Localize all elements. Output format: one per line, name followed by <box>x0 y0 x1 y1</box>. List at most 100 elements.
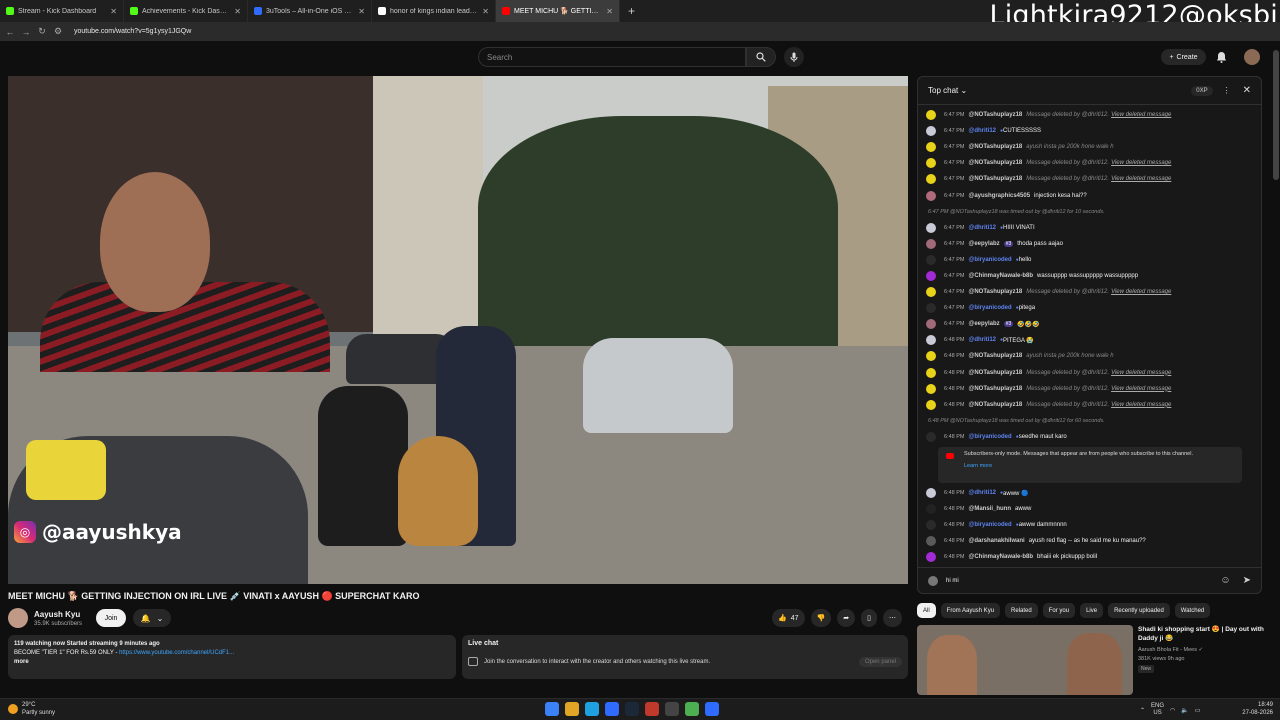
view-deleted-link[interactable]: View deleted message <box>1111 402 1171 408</box>
chat-author[interactable]: @eepylabz <box>968 321 999 327</box>
chat-author[interactable]: @biryanicoded <box>968 522 1011 528</box>
browser-tab[interactable]: 3uTools – All-in-One iOS Device ✕ <box>248 0 372 22</box>
view-deleted-link[interactable]: View deleted message <box>1111 386 1171 392</box>
open-panel-button[interactable]: Open panel <box>858 657 902 667</box>
chat-message[interactable]: 6:48 PM @NOTashuplayz18 Message deleted by… <box>926 381 1258 397</box>
weather-widget[interactable]: 29°C Partly sunny <box>8 701 55 717</box>
filter-chip[interactable]: From Aayush Kyu <box>940 603 1001 618</box>
chat-message[interactable]: 6:48 PM @dhriti12 ● PITEGA 😭 <box>926 332 1258 348</box>
edge-icon[interactable] <box>585 702 599 716</box>
chat-message[interactable]: 6:47 PM @ayushgraphics4505 injection kesa … <box>926 187 1258 203</box>
send-icon[interactable]: ➤ <box>1243 575 1251 586</box>
chat-message[interactable]: 6:47 PM @NOTashuplayz18 Message deleted by… <box>926 284 1258 300</box>
chat-message[interactable]: 6:47 PM @NOTashuplayz18 Message deleted by… <box>926 155 1258 171</box>
video-player[interactable]: ◎ @aayushkya <box>8 76 908 584</box>
chat-message[interactable]: 6:48 PM @biryanicoded ● seedhe maut karo <box>926 429 1258 445</box>
learn-more-link[interactable]: Learn more <box>964 463 1216 469</box>
close-icon[interactable]: ✕ <box>234 7 241 16</box>
chat-message[interactable]: 6:47 PM @NOTashuplayz18 Message deleted by… <box>926 171 1258 187</box>
language-indicator[interactable]: ENG US <box>1151 703 1164 717</box>
close-icon[interactable]: ✕ <box>110 7 117 16</box>
chat-author[interactable]: @dhriti12 <box>968 337 996 343</box>
chat-message[interactable]: 6:47 PM @eepylabz #3 🤣🤣🤣 <box>926 316 1258 332</box>
browser-tab[interactable]: Stream - Kick Dashboard ✕ <box>0 0 124 22</box>
emoji-icon[interactable]: ☺ <box>1220 575 1230 586</box>
chat-author[interactable]: @Mansii_hunn <box>968 506 1011 512</box>
start-icon[interactable] <box>545 702 559 716</box>
chat-author[interactable]: @dhriti12 <box>968 490 996 496</box>
chat-message[interactable]: 6:48 PM @dhriti12 ● awww 🔵 <box>926 485 1258 501</box>
reload-icon[interactable]: ↻ <box>36 26 48 37</box>
chat-message[interactable]: 6:47 PM @eepylabz #3 thoda pass aajao <box>926 236 1258 252</box>
chat-message[interactable]: 6:47 PM @dhriti12 ● CUTIESSSSS <box>926 123 1258 139</box>
chat-author[interactable]: @NOTashuplayz18 <box>968 144 1022 150</box>
chat-author[interactable]: @NOTashuplayz18 <box>968 176 1022 182</box>
chrome-icon[interactable] <box>685 702 699 716</box>
description-box[interactable]: 119 watching now Started streaming 9 min… <box>8 635 456 679</box>
chat-message[interactable]: 6:47 PM @biryanicoded ● hello <box>926 252 1258 268</box>
chat-author[interactable]: @biryanicoded <box>968 257 1011 263</box>
account-avatar[interactable] <box>1244 49 1260 65</box>
forward-icon[interactable]: → <box>20 27 32 37</box>
file-explorer-icon[interactable] <box>565 702 579 716</box>
chat-author[interactable]: @dhriti12 <box>968 128 996 134</box>
like-button[interactable]: 👍 47 <box>772 609 805 627</box>
chat-message[interactable]: 6:47 PM @dhriti12 ● HIIII VINATI <box>926 220 1258 236</box>
page-scrollbar[interactable] <box>1272 42 1280 698</box>
view-deleted-link[interactable]: View deleted message <box>1111 176 1171 182</box>
chat-message[interactable]: 6:48 PM @NOTashuplayz18 ayush insta pe 200… <box>926 348 1258 364</box>
chat-author[interactable]: @NOTashuplayz18 <box>968 370 1022 376</box>
chat-message[interactable]: 6:48 PM @NOTashuplayz18 Message deleted by… <box>926 365 1258 381</box>
chat-input[interactable]: hi mi <box>946 578 1220 584</box>
filter-chip[interactable]: For you <box>1042 603 1076 618</box>
channel-name[interactable]: Aayush Kyu <box>34 610 80 619</box>
chat-author[interactable]: @NOTashuplayz18 <box>968 386 1022 392</box>
more-button[interactable]: ⋯ <box>882 609 902 627</box>
view-deleted-link[interactable]: View deleted message <box>1111 370 1171 376</box>
chat-message[interactable]: 6:48 PM @ChinmayNawale-b8b bhaiii ek picku… <box>926 549 1258 565</box>
chat-message[interactable]: 6:48 PM @NOTashuplayz18 Message deleted by… <box>926 397 1258 413</box>
chat-author[interactable]: @ChinmayNawale-b8b <box>968 273 1033 279</box>
share-button[interactable]: ➦ <box>837 609 856 627</box>
join-button[interactable]: Join <box>96 609 126 627</box>
close-icon[interactable]: ✕ <box>482 7 489 16</box>
voice-search-button[interactable] <box>784 47 804 67</box>
xp-badge[interactable]: 0XP <box>1191 85 1213 96</box>
filter-chip[interactable]: Related <box>1005 603 1038 618</box>
filter-chip[interactable]: Live <box>1080 603 1104 618</box>
browser-tab[interactable]: honor of kings indian leaderbo ✕ <box>372 0 496 22</box>
obs-icon[interactable] <box>665 702 679 716</box>
filter-chip[interactable]: Watched <box>1174 603 1211 618</box>
browser-tab[interactable]: Achievements - Kick Dashboard ✕ <box>124 0 248 22</box>
dislike-button[interactable]: 👎 <box>810 609 832 627</box>
new-tab-icon[interactable]: + <box>620 4 643 18</box>
view-deleted-link[interactable]: View deleted message <box>1111 160 1171 166</box>
wifi-icon[interactable]: ◠ <box>1170 707 1175 714</box>
chat-author[interactable]: @biryanicoded <box>968 305 1011 311</box>
back-icon[interactable]: ← <box>4 27 16 37</box>
battery-icon[interactable]: ▭ <box>1195 707 1201 714</box>
url-text[interactable]: youtube.com/watch?v=5g1ysy1JGQw <box>74 28 191 35</box>
chat-author[interactable]: @biryanicoded <box>968 434 1011 440</box>
search-input[interactable]: Search <box>478 47 746 67</box>
app-icon[interactable] <box>645 702 659 716</box>
create-button[interactable]: + Create <box>1161 49 1206 65</box>
chevron-up-icon[interactable]: ⌃ <box>1140 707 1145 714</box>
related-video-thumbnail[interactable] <box>917 625 1133 695</box>
3utools-icon[interactable] <box>705 702 719 716</box>
notifications-button[interactable] <box>1216 50 1227 68</box>
close-icon[interactable]: ✕ <box>1243 85 1251 96</box>
chat-author[interactable]: @ChinmayNawale-b8b <box>968 554 1033 560</box>
chat-message[interactable]: 6:48 PM @Mansii_hunn awww <box>926 501 1258 517</box>
chat-message[interactable]: 6:47 PM @NOTashuplayz18 Message deleted by… <box>926 107 1258 123</box>
scrollbar-thumb[interactable] <box>1273 50 1279 180</box>
description-more[interactable]: more <box>14 658 450 667</box>
close-icon[interactable]: ✕ <box>358 7 365 16</box>
search-button[interactable] <box>746 47 776 67</box>
filter-chip[interactable]: All <box>917 603 936 618</box>
chat-message[interactable]: 6:47 PM @biryanicoded ● pitega <box>926 300 1258 316</box>
steam-icon[interactable] <box>625 702 639 716</box>
view-deleted-link[interactable]: View deleted message <box>1111 112 1171 118</box>
chat-author[interactable]: @NOTashuplayz18 <box>968 402 1022 408</box>
description-link[interactable]: https://www.youtube.com/channel/UCdF1... <box>119 650 234 656</box>
